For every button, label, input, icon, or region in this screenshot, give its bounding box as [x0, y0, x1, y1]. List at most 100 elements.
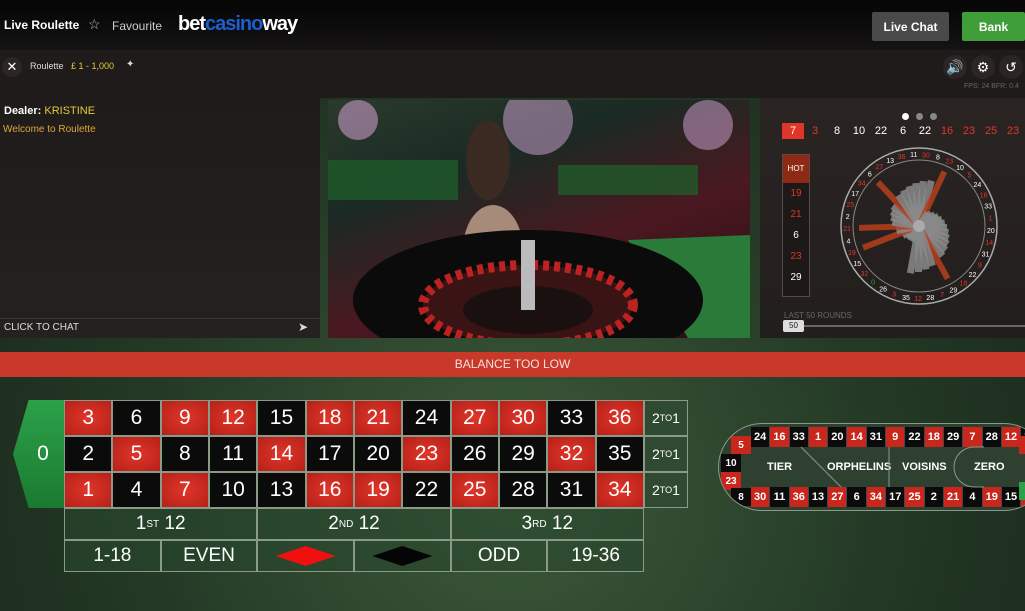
bet-black[interactable]: [353, 540, 451, 572]
bet-number-17[interactable]: 17: [305, 436, 354, 472]
hot-label: HOT: [783, 155, 809, 183]
bet-number-25[interactable]: 25: [450, 472, 499, 508]
bet-number-12[interactable]: 12: [208, 400, 258, 436]
bet-number-3[interactable]: 3: [64, 400, 113, 436]
bet-dozen-2[interactable]: 2 ND 12: [257, 508, 451, 540]
bet-number-14[interactable]: 14: [257, 436, 306, 472]
page-dot[interactable]: [916, 113, 923, 120]
recent-result: 22: [918, 125, 932, 137]
bet-19-36[interactable]: 19-36: [547, 540, 644, 572]
wheel-number: 10: [956, 165, 964, 172]
wheel-number: 6: [868, 171, 872, 178]
column-text: 1: [672, 410, 680, 426]
bet-number-27[interactable]: 27: [450, 400, 499, 436]
bet-number-32[interactable]: 32: [547, 436, 596, 472]
sound-icon[interactable]: 🔊: [943, 55, 967, 79]
outside-bets: 1-18 EVEN ODD 19-36: [64, 540, 644, 572]
hot-number: 29: [790, 272, 802, 283]
dozen-text: 12: [164, 513, 186, 534]
bet-number-5[interactable]: 5: [112, 436, 161, 472]
bet-number-16[interactable]: 16: [305, 472, 354, 508]
page-dot[interactable]: [902, 113, 909, 120]
bet-number-19[interactable]: 19: [353, 472, 403, 508]
bet-number-20[interactable]: 20: [353, 436, 403, 472]
bet-number-11[interactable]: 11: [208, 436, 258, 472]
bet-number-36[interactable]: 36: [595, 400, 644, 436]
live-video: [328, 100, 750, 338]
wheel-number: 22: [969, 272, 977, 279]
bet-number-21[interactable]: 21: [353, 400, 403, 436]
bet-number-13[interactable]: 13: [257, 472, 306, 508]
wheel-number: 35: [902, 295, 910, 302]
bet-limits[interactable]: £ 1 - 1,000: [71, 61, 114, 71]
bet-column-2[interactable]: 2 TO 1: [643, 436, 688, 472]
bet-number-2[interactable]: 2: [64, 436, 113, 472]
bet-column-3[interactable]: 2 TO 1: [643, 400, 688, 436]
bet-red[interactable]: [257, 540, 354, 572]
recent-result: 23: [1006, 125, 1020, 137]
live-chat-button[interactable]: Live Chat: [872, 12, 949, 41]
fps-readout: FPS: 24 BFR: 0.4: [964, 83, 1019, 90]
bet-number-1[interactable]: 1: [64, 472, 113, 508]
bet-number-28[interactable]: 28: [498, 472, 548, 508]
bet-number-18[interactable]: 18: [305, 400, 354, 436]
bet-number-7[interactable]: 7: [160, 472, 209, 508]
star-icon[interactable]: ☆: [88, 16, 101, 33]
wheel-number: 29: [949, 287, 957, 294]
bet-number-9[interactable]: 9: [160, 400, 209, 436]
bet-number-22[interactable]: 22: [402, 472, 451, 508]
wheel-number: 23: [946, 159, 954, 166]
wheel-number: 19: [848, 250, 856, 257]
rounds-slider[interactable]: [784, 325, 1025, 327]
bet-dozen-1[interactable]: 1 ST 12: [64, 508, 258, 540]
bet-column-1[interactable]: 2 TO 1: [643, 472, 688, 508]
bet-number-6[interactable]: 6: [112, 400, 161, 436]
close-icon[interactable]: ✕: [2, 57, 22, 77]
bet-number-35[interactable]: 35: [595, 436, 644, 472]
bet-number-30[interactable]: 30: [498, 400, 548, 436]
bet-number-8[interactable]: 8: [160, 436, 209, 472]
wheel-stats-chart: 032151942122517346271336 11 30 823105241633…: [840, 147, 998, 305]
send-icon[interactable]: ➤: [298, 320, 308, 334]
gear-icon[interactable]: ⚙: [971, 55, 995, 79]
bet-number-15[interactable]: 15: [257, 400, 306, 436]
column-text: 2: [651, 482, 660, 498]
history-icon[interactable]: ↺: [999, 55, 1023, 79]
racetrack: 241633120143192218297281235 301136132763…: [718, 423, 1025, 511]
wheel-number: 9: [978, 262, 982, 269]
bet-zero[interactable]: 0: [13, 400, 65, 508]
column-text: TO: [659, 449, 673, 459]
dealer-name: KRISTINE: [44, 105, 96, 117]
dealer-label: Dealer:: [4, 105, 42, 117]
bet-dozen-3[interactable]: 3 RD 12: [450, 508, 644, 540]
bet-number-26[interactable]: 26: [450, 436, 499, 472]
dozen-suffix: ST: [146, 518, 160, 530]
pin-icon[interactable]: ✦: [126, 59, 134, 70]
bet-number-33[interactable]: 33: [547, 400, 596, 436]
wheel-number: 26: [879, 286, 887, 293]
favourite-link[interactable]: Favourite: [112, 19, 162, 33]
rounds-slider-handle[interactable]: 50: [783, 320, 804, 332]
red-diamond-icon: [275, 546, 336, 566]
page-title: Live Roulette: [4, 18, 80, 32]
bank-button[interactable]: Bank: [962, 12, 1025, 41]
bet-even[interactable]: EVEN: [160, 540, 258, 572]
bet-number-23[interactable]: 23: [402, 436, 451, 472]
bet-number-31[interactable]: 31: [547, 472, 596, 508]
bet-odd[interactable]: ODD: [450, 540, 548, 572]
hot-number: 6: [793, 230, 799, 241]
wheel-number: 5: [967, 173, 971, 180]
wheel-number: 2: [846, 214, 850, 221]
wheel-number: 13: [886, 158, 894, 165]
dozen-bets: 1 ST 12 2 ND 12 3 RD 12: [64, 508, 644, 540]
bet-number-10[interactable]: 10: [208, 472, 258, 508]
page-dot[interactable]: [930, 113, 937, 120]
bet-1-18[interactable]: 1-18: [64, 540, 161, 572]
bet-number-4[interactable]: 4: [112, 472, 161, 508]
chat-input[interactable]: CLICK TO CHAT: [0, 318, 320, 338]
recent-result: 16: [940, 125, 954, 137]
game-bar: [0, 50, 1025, 98]
bet-number-34[interactable]: 34: [595, 472, 644, 508]
bet-number-29[interactable]: 29: [498, 436, 548, 472]
bet-number-24[interactable]: 24: [402, 400, 451, 436]
